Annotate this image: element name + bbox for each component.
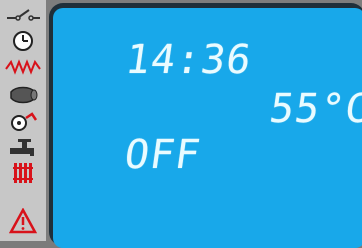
heating-element-icon [4,54,42,80]
pipe-icon [4,82,42,108]
clock-icon [4,28,42,54]
radiator-icon [4,160,42,186]
temperature-readout: 55°C [266,86,362,132]
clock-readout: 14:36 [122,37,255,83]
status-icon-sidebar [0,0,46,241]
pump-icon [4,108,42,134]
controller-panel: 14:36 55°C OFF [0,0,362,248]
warning-icon [4,208,42,234]
status-readout: OFF [121,132,204,178]
switch-icon [4,2,42,28]
tap-icon [4,134,42,160]
